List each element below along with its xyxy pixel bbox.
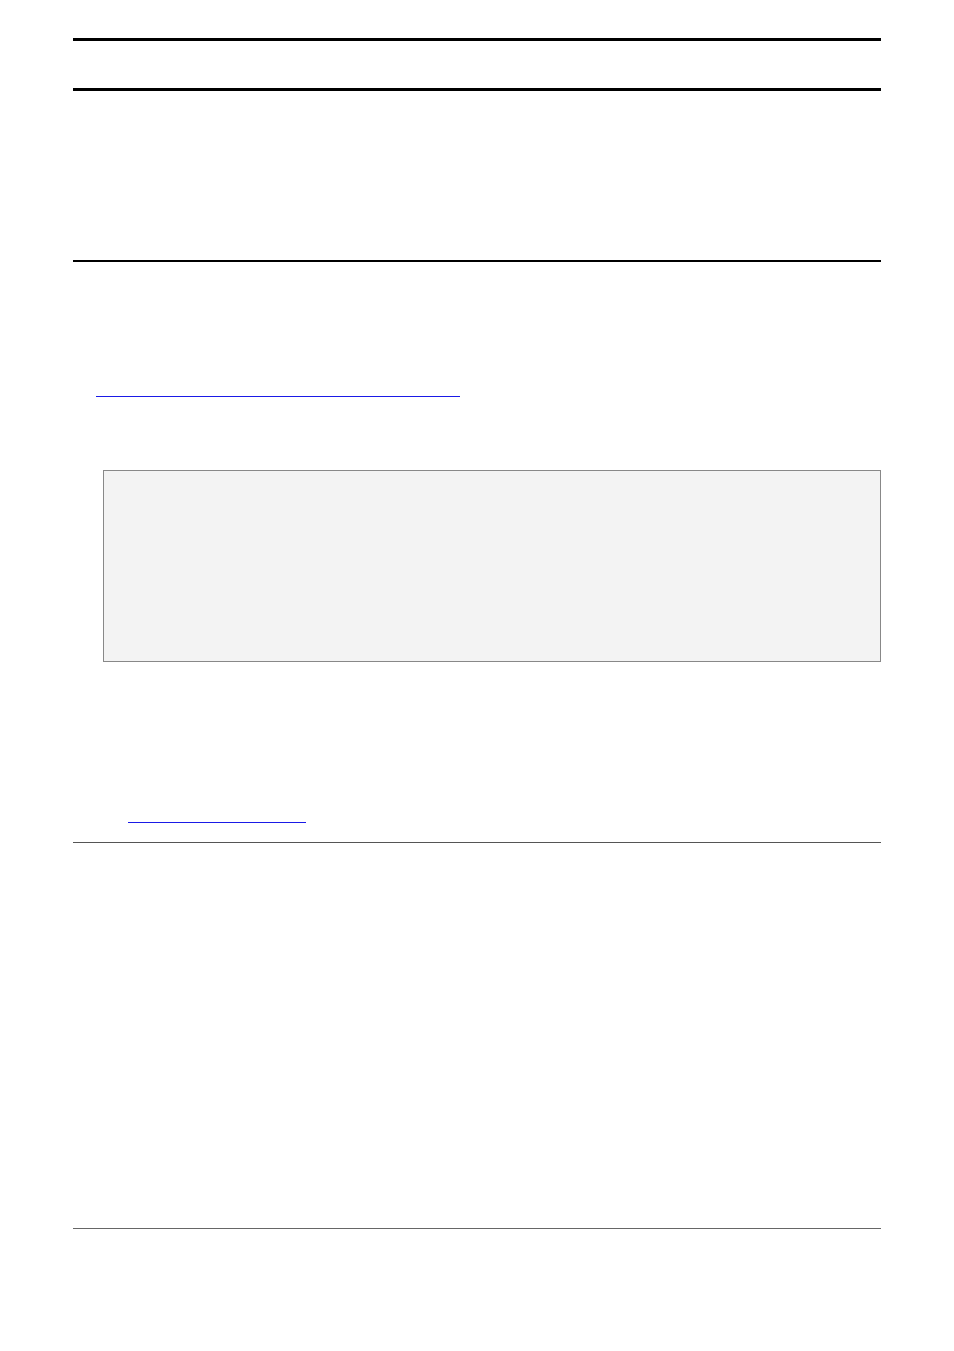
spacer <box>73 91 881 260</box>
spacer <box>73 262 881 396</box>
hyperlink-1[interactable] <box>96 396 460 397</box>
spacer <box>73 662 881 822</box>
section-rule <box>73 842 881 843</box>
code-block <box>103 470 881 662</box>
page-container <box>0 0 954 873</box>
footer-rule <box>73 1228 881 1229</box>
spacer <box>73 41 881 88</box>
spacer <box>73 823 881 842</box>
